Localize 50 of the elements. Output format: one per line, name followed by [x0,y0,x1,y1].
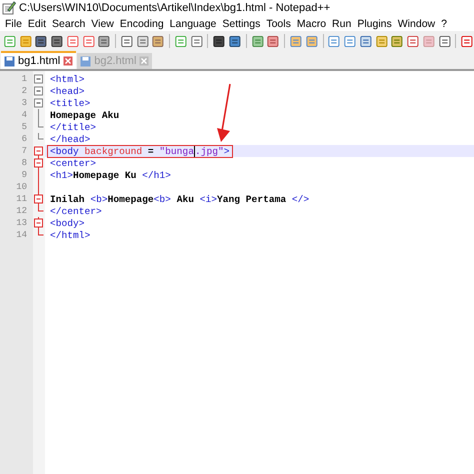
line-number: 4 [20,110,28,120]
code-line: <center> [49,156,98,170]
code-line: </center> [49,204,103,218]
line-number: 2 [20,86,28,96]
code-line: Homepage Aku [49,108,120,122]
menu-item[interactable]: Encoding [116,18,167,30]
menu-item[interactable]: Plugins [354,18,395,30]
code-line: Inilah <b>Homepage<b> Aku <i>Yang Pertama </> [49,192,310,206]
fold-toggle-icon[interactable] [33,217,44,229]
line-number: 12 [15,206,28,216]
fold-toggle-icon[interactable] [33,145,44,157]
menu-item[interactable]: View [88,18,117,30]
line-number: 3 [20,98,28,108]
fold-toggle-icon[interactable] [33,85,44,97]
menu-item[interactable]: File [2,18,25,30]
close-icon[interactable] [63,56,74,66]
line-number: 5 [20,122,28,132]
line-number: 6 [20,134,28,144]
line-number: 1 [20,74,28,84]
code-line: <html> [49,72,86,86]
code-line: </title> [49,120,98,134]
menu-item[interactable]: ? [438,18,450,30]
line-number: 9 [20,170,28,180]
line-number: 13 [15,218,28,228]
menu-item[interactable]: Tools [263,18,294,30]
fold-toggle-icon[interactable] [33,157,44,169]
code-line: <head> [49,84,86,98]
line-number: 11 [15,194,28,204]
window-title: C:\Users\WIN10\Documents\Artikel\Index\bg1.html - Notepad++ [19,2,330,14]
fold-toggle-icon[interactable] [33,193,44,205]
file-tab[interactable]: bg1.html [1,51,76,69]
fold-toggle-icon[interactable] [33,73,44,85]
menu-item[interactable]: Edit [24,18,50,30]
code-line: </html> [49,228,92,242]
line-number: 10 [15,182,28,192]
menu-item[interactable]: Search [49,18,88,30]
menu-item[interactable]: Run [329,18,354,30]
fold-toggle-icon[interactable] [33,97,44,109]
code-line: </head> [49,132,92,146]
menu-item[interactable]: Settings [219,18,264,30]
line-number: 14 [15,230,28,240]
code-line: <h1>Homepage Ku </h1> [49,168,172,182]
line-number: 8 [20,158,28,168]
annotation-arrow [217,83,233,143]
code-line: <title> [49,96,92,110]
menu-item[interactable]: Window [394,18,438,30]
menu-item[interactable]: Macro [294,18,330,30]
line-number: 7 [20,146,28,156]
code-line: <body> [49,216,86,230]
menu-item[interactable]: Language [166,18,220,30]
